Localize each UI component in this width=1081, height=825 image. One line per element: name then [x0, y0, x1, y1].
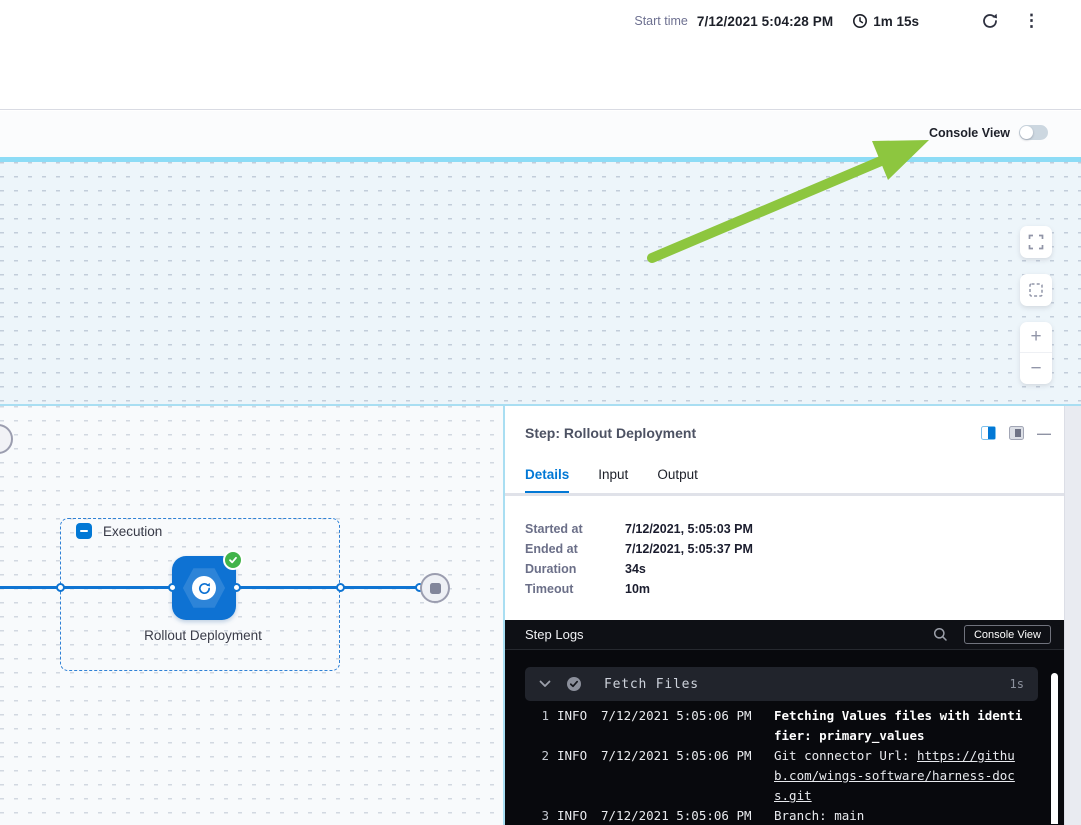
fit-to-screen-button[interactable]: [1020, 274, 1052, 306]
step-detail-fields: Started at 7/12/2021, 5:05:03 PM Ended a…: [525, 519, 753, 599]
log-line-number: 2: [525, 746, 549, 766]
console-view-label: Console View: [929, 126, 1010, 140]
log-level: INFO: [557, 806, 591, 824]
execution-group-header[interactable]: Execution: [76, 523, 162, 539]
log-message: Fetching Values files with identifier: p…: [774, 706, 1023, 746]
panel-header: Step: Rollout Deployment —: [525, 425, 1050, 441]
field-started-at: Started at 7/12/2021, 5:05:03 PM: [525, 519, 753, 539]
search-icon[interactable]: [933, 627, 948, 642]
log-message-text: Git connector Url:: [774, 748, 917, 763]
field-value: 7/12/2021, 5:05:37 PM: [625, 539, 753, 559]
collapse-group-icon[interactable]: [76, 523, 92, 539]
execution-lower-split: Execution Rollout Deployment: [0, 404, 1081, 825]
tab-output[interactable]: Output: [657, 467, 698, 493]
log-line-number: 3: [525, 806, 549, 824]
start-time-label: Start time: [634, 14, 688, 28]
field-duration: Duration 34s: [525, 559, 753, 579]
log-message: Branch: main: [774, 806, 1023, 824]
log-entries: 1 INFO 7/12/2021 5:05:06 PM Fetching Val…: [525, 706, 1064, 824]
log-timestamp: 7/12/2021 5:05:06 PM: [601, 706, 752, 726]
edge-connector[interactable]: [168, 583, 177, 592]
log-line: 3 INFO 7/12/2021 5:05:06 PM Branch: main: [525, 806, 1064, 824]
pipeline-execution-page: Start time 7/12/2021 5:04:28 PM 1m 15s ⋮…: [0, 0, 1081, 825]
kebab-menu-icon[interactable]: ⋮: [1020, 11, 1043, 31]
log-section-duration: 1s: [1010, 677, 1024, 691]
zoom-controls: + −: [1020, 322, 1052, 384]
success-check-icon: [223, 550, 243, 570]
previous-node-partial[interactable]: [0, 424, 13, 454]
panel-tabs: Details Input Output: [525, 467, 698, 493]
log-timestamp: 7/12/2021 5:05:06 PM: [601, 746, 752, 766]
panel-layout-controls: —: [981, 426, 1050, 440]
step-graph-canvas[interactable]: Execution Rollout Deployment: [0, 406, 503, 825]
console-view-toggle[interactable]: [1019, 125, 1048, 140]
field-label: Started at: [525, 519, 625, 539]
log-line: 1 INFO 7/12/2021 5:05:06 PM Fetching Val…: [525, 706, 1064, 746]
clock-icon: [852, 13, 868, 29]
node-label[interactable]: Rollout Deployment: [143, 625, 263, 647]
tab-details[interactable]: Details: [525, 467, 569, 493]
field-timeout: Timeout 10m: [525, 579, 753, 599]
start-time-value: 7/12/2021 5:04:28 PM: [697, 14, 833, 29]
field-value: 7/12/2021, 5:05:03 PM: [625, 519, 753, 539]
minimize-panel-icon[interactable]: —: [1037, 426, 1050, 440]
elapsed-text: 1m 15s: [873, 14, 919, 29]
step-details-panel: Step: Rollout Deployment — Details Input…: [505, 406, 1064, 825]
tabs-divider: [505, 493, 1064, 496]
canvas-controls: + −: [1020, 226, 1052, 384]
rollout-icon: [192, 576, 216, 600]
log-section-name: Fetch Files: [604, 677, 1010, 692]
stop-icon: [430, 583, 441, 594]
stage-graph-canvas[interactable]: + −: [0, 162, 1081, 404]
app-header: Start time 7/12/2021 5:04:28 PM 1m 15s ⋮: [0, 0, 1081, 110]
log-line-number: 1: [525, 706, 549, 726]
log-level: INFO: [557, 706, 591, 726]
step-logs-body: Fetch Files 1s 1 INFO 7/12/2021 5:05:06 …: [505, 650, 1064, 824]
step-logs-header: Step Logs Console View: [505, 620, 1064, 650]
step-logs-title: Step Logs: [525, 627, 933, 642]
log-message: Git connector Url: https://github.com/wi…: [774, 746, 1023, 806]
log-line: 2 INFO 7/12/2021 5:05:06 PM Git connecto…: [525, 746, 1064, 806]
section-success-check-icon: [566, 676, 582, 692]
execution-group-label: Execution: [103, 524, 162, 539]
execution-meta: Start time 7/12/2021 5:04:28 PM 1m 15s ⋮: [634, 9, 1043, 33]
field-value: 34s: [625, 559, 646, 579]
edge-connector[interactable]: [232, 583, 241, 592]
log-section-fetch-files[interactable]: Fetch Files 1s: [525, 667, 1038, 701]
log-scrollbar-thumb[interactable]: [1051, 673, 1058, 824]
edge-connector[interactable]: [56, 583, 65, 592]
zoom-in-button[interactable]: +: [1020, 322, 1052, 353]
console-view-control: Console View: [929, 125, 1048, 140]
edge-connector[interactable]: [336, 583, 345, 592]
field-ended-at: Ended at 7/12/2021, 5:05:37 PM: [525, 539, 753, 559]
panel-scrollbar-track[interactable]: [1064, 406, 1081, 825]
log-timestamp: 7/12/2021 5:05:06 PM: [601, 806, 752, 824]
chevron-down-icon[interactable]: [539, 680, 551, 688]
stop-end-node[interactable]: [420, 573, 450, 603]
fullscreen-button[interactable]: [1020, 226, 1052, 258]
step-logs-console: Step Logs Console View Fetch Fi: [505, 620, 1064, 825]
tab-input[interactable]: Input: [598, 467, 628, 493]
panel-title: Step: Rollout Deployment: [525, 425, 981, 441]
field-label: Duration: [525, 559, 625, 579]
field-label: Timeout: [525, 579, 625, 599]
zoom-out-button[interactable]: −: [1020, 353, 1052, 384]
refresh-button[interactable]: [981, 12, 999, 30]
log-level: INFO: [557, 746, 591, 766]
execution-toolbar: Console View: [0, 111, 1081, 157]
full-view-icon[interactable]: [1009, 426, 1024, 440]
elapsed-duration: 1m 15s: [852, 13, 919, 29]
field-label: Ended at: [525, 539, 625, 559]
toggle-knob: [1020, 126, 1033, 139]
split-view-active-icon[interactable]: [981, 426, 996, 440]
field-value: 10m: [625, 579, 650, 599]
console-view-button[interactable]: Console View: [964, 625, 1051, 644]
